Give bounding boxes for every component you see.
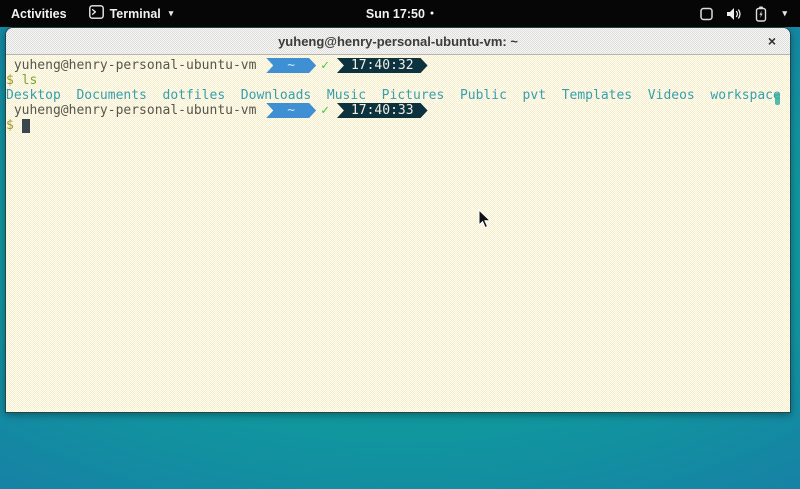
window-title: yuheng@henry-personal-ubuntu-vm: ~ <box>278 34 518 49</box>
terminal-window: yuheng@henry-personal-ubuntu-vm: ~ × yuh… <box>5 27 791 413</box>
screen-icon <box>700 7 713 21</box>
prompt-dir-segment: ~ <box>266 58 316 73</box>
notification-dot-icon: ● <box>430 10 434 17</box>
battery-charging-icon <box>755 6 767 22</box>
prompt-user: yuheng@henry-personal-ubuntu-vm <box>6 58 264 73</box>
clock-label: Sun 17:50 <box>366 7 425 21</box>
clock-button[interactable]: Sun 17:50 ● <box>366 0 434 27</box>
chevron-down-icon: ▾ <box>169 8 174 19</box>
prompt-user: yuheng@henry-personal-ubuntu-vm <box>6 103 264 118</box>
prompt-time-segment: 17:40:33 <box>337 103 428 118</box>
text-cursor <box>22 119 30 133</box>
topbar-left: Activities Terminal ▾ <box>0 0 184 27</box>
ls-output-line: Desktop Documents dotfiles Downloads Mus… <box>6 88 790 103</box>
system-status-area[interactable]: ▾ <box>687 0 800 27</box>
prompt-symbol: $ <box>6 73 22 88</box>
command-line: $ ls <box>6 73 790 88</box>
input-line: $ <box>6 118 790 133</box>
app-menu-label: Terminal <box>110 7 161 21</box>
app-menu-terminal[interactable]: Terminal ▾ <box>78 0 185 27</box>
command-text: ls <box>22 73 38 88</box>
window-titlebar[interactable]: yuheng@henry-personal-ubuntu-vm: ~ × <box>6 28 790 55</box>
top-bar: Activities Terminal ▾ Sun 17:50 ● <box>0 0 800 27</box>
volume-icon <box>726 7 742 21</box>
prompt-line: yuheng@henry-personal-ubuntu-vm ~✓17:40:… <box>6 58 790 73</box>
prompt-line: yuheng@henry-personal-ubuntu-vm ~✓17:40:… <box>6 103 790 118</box>
activities-button[interactable]: Activities <box>0 0 78 27</box>
close-icon[interactable]: × <box>763 32 781 50</box>
scrollbar-thumb[interactable] <box>775 93 780 105</box>
prompt-time-segment: 17:40:32 <box>337 58 428 73</box>
prompt-dir-segment: ~ <box>266 103 316 118</box>
prompt-symbol: $ <box>6 118 22 133</box>
mouse-cursor-icon <box>478 209 492 234</box>
terminal-app-icon <box>89 5 104 22</box>
chevron-down-icon: ▾ <box>782 8 787 19</box>
activities-label: Activities <box>11 7 67 21</box>
check-icon: ✓ <box>316 58 334 73</box>
check-icon: ✓ <box>316 103 334 118</box>
ls-output: Desktop Documents dotfiles Downloads Mus… <box>6 88 781 103</box>
terminal-content[interactable]: yuheng@henry-personal-ubuntu-vm ~✓17:40:… <box>6 55 790 413</box>
